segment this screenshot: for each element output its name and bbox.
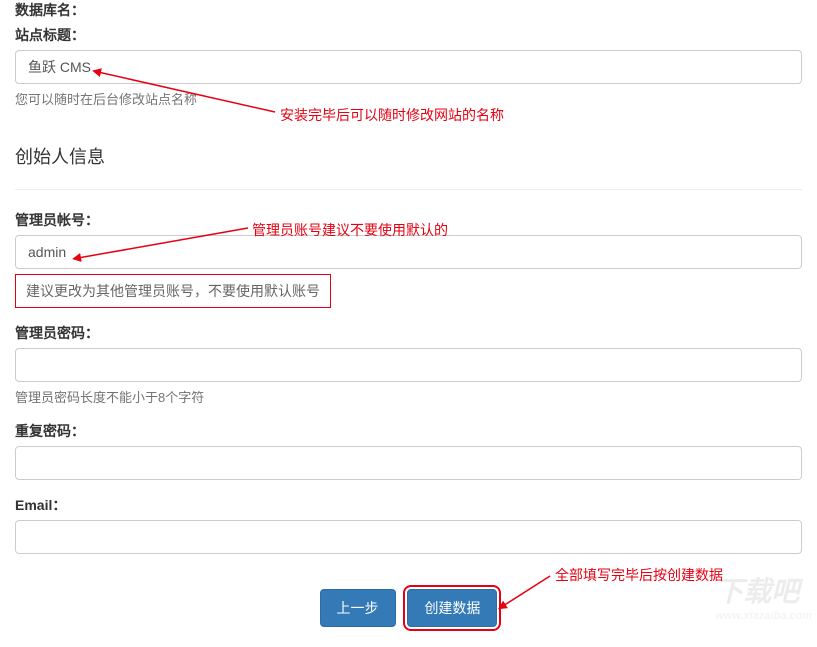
repeat-password-input[interactable] (15, 446, 802, 480)
create-data-button[interactable]: 创建数据 (407, 589, 497, 627)
annotation-site-title: 安装完毕后可以随时修改网站的名称 (280, 105, 504, 125)
annotation-admin-account: 管理员账号建议不要使用默认的 (252, 220, 448, 240)
watermark: 下载吧 www.xiazaiba.com (715, 570, 812, 622)
admin-account-input[interactable] (15, 235, 802, 269)
annotation-create-data: 全部填写完毕后按创建数据 (555, 565, 723, 585)
label-email: Email： (15, 495, 802, 515)
section-founder-info: 创始人信息 (15, 143, 802, 169)
label-site-title: 站点标题： (15, 25, 802, 45)
help-admin-password: 管理员密码长度不能小于8个字符 (15, 387, 802, 406)
label-database-name: 数据库名： (15, 0, 802, 20)
button-row: 上一步 创建数据 (15, 589, 802, 627)
site-title-input[interactable] (15, 50, 802, 84)
divider (15, 189, 802, 190)
label-admin-password: 管理员密码： (15, 323, 802, 343)
prev-button[interactable]: 上一步 (320, 589, 396, 627)
email-input[interactable] (15, 520, 802, 554)
help-admin-account-warning: 建议更改为其他管理员账号，不要使用默认账号 (15, 274, 331, 308)
admin-password-input[interactable] (15, 348, 802, 382)
label-repeat-password: 重复密码： (15, 421, 802, 441)
